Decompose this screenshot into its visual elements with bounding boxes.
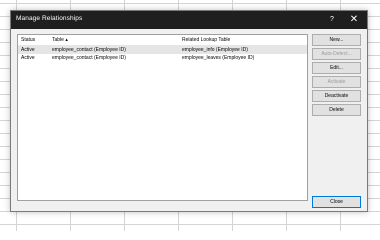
list-header: Status Table ▴ Related Lookup Table [18,35,307,46]
column-header-related-lookup-table[interactable]: Related Lookup Table [182,37,230,43]
row-status: Active [21,47,35,53]
activate-button[interactable]: Activate [312,76,361,88]
column-header-table[interactable]: Table ▴ [52,37,68,43]
new-button[interactable]: New... [312,34,361,46]
row-table: employee_contact (Employee ID) [52,55,126,61]
row-table: employee_contact (Employee ID) [52,47,126,53]
close-icon[interactable]: ✕ [347,13,361,27]
dialog-titlebar: Manage Relationships ? ✕ [11,11,367,29]
edit-button[interactable]: Edit... [312,62,361,74]
row-lookup-table: employee_info (Employee ID) [182,47,248,53]
row-status: Active [21,55,35,61]
column-header-status[interactable]: Status [21,37,35,43]
close-button[interactable]: Close [312,196,361,208]
row-lookup-table: employee_leaves (Employee ID) [182,55,255,61]
manage-relationships-dialog: Manage Relationships ? ✕ Status Table ▴ … [10,10,368,212]
help-button[interactable]: ? [325,13,339,27]
table-row[interactable]: Active employee_contact (Employee ID) em… [18,46,307,54]
delete-button[interactable]: Delete [312,104,361,116]
auto-detect-button[interactable]: Auto-Detect... [312,48,361,60]
relationships-list[interactable]: Status Table ▴ Related Lookup Table Acti… [17,34,308,201]
deactivate-button[interactable]: Deactivate [312,90,361,102]
dialog-title: Manage Relationships [16,15,83,22]
table-row[interactable]: Active employee_contact (Employee ID) em… [18,54,307,62]
